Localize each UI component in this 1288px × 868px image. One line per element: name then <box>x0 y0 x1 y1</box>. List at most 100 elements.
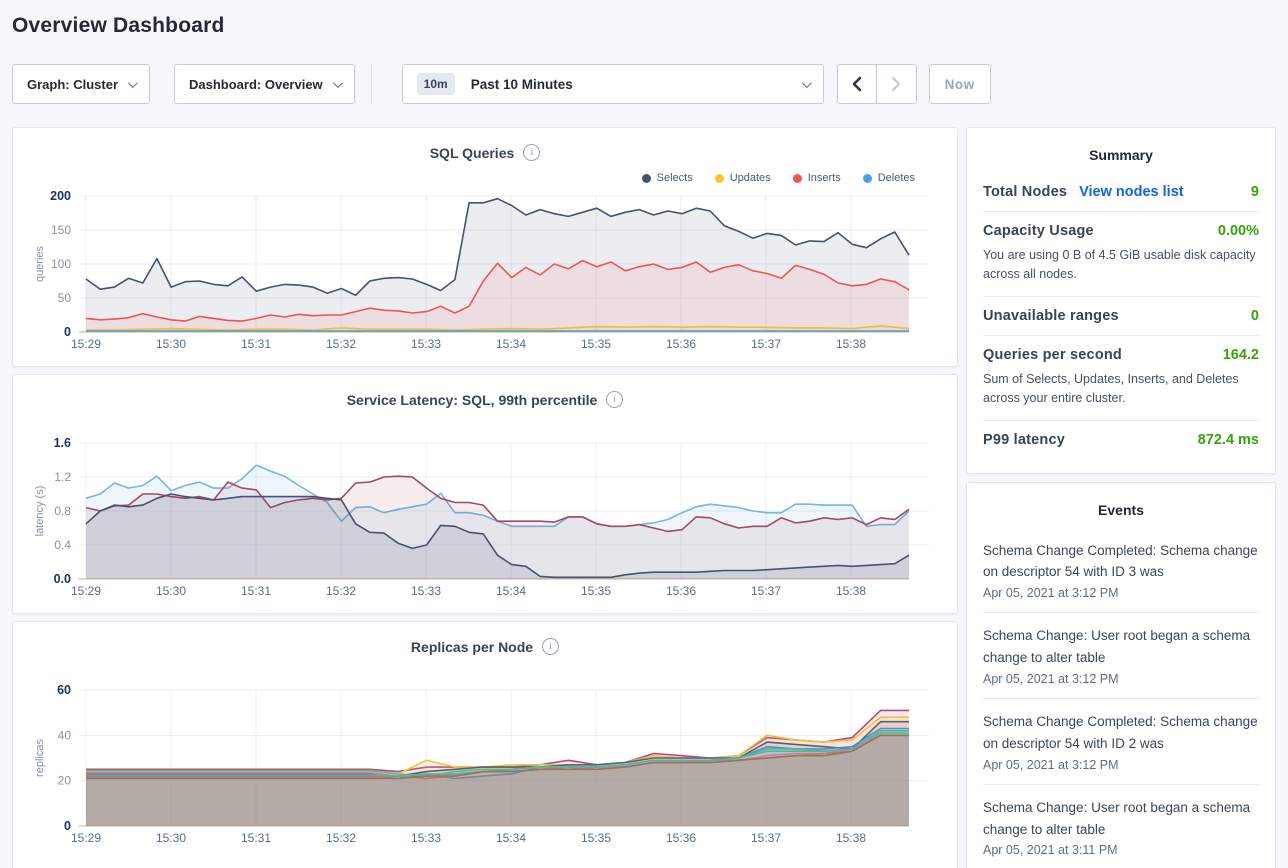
legend-dot-icon <box>715 174 724 183</box>
svg-text:15:30: 15:30 <box>156 584 186 598</box>
event-list-item[interactable]: Schema Change Completed: Schema change o… <box>983 699 1259 784</box>
info-icon[interactable] <box>542 638 559 655</box>
events-panel: Events Schema Change Completed: Schema c… <box>966 482 1276 868</box>
event-message: Schema Change Completed: Schema change o… <box>983 711 1259 755</box>
main-layout: SQL Queries Selects Updates Inserts Deletes… <box>12 127 1276 868</box>
legend-label: Inserts <box>808 172 841 184</box>
chevron-right-icon <box>891 76 902 92</box>
event-list-item[interactable]: Schema Change: User root began a schema … <box>983 785 1259 868</box>
legend-label: Selects <box>657 172 693 184</box>
chevron-down-icon <box>802 78 812 88</box>
time-forward-button[interactable] <box>877 64 917 104</box>
time-range-selector[interactable]: 10m Past 10 Minutes <box>402 64 824 104</box>
svg-text:15:34: 15:34 <box>496 584 526 598</box>
events-title: Events <box>983 497 1259 528</box>
svg-text:15:35: 15:35 <box>581 831 611 845</box>
svg-text:15:30: 15:30 <box>156 337 186 351</box>
legend-item-updates[interactable]: Updates <box>715 172 771 184</box>
summary-label: Total Nodes <box>983 184 1067 200</box>
legend-dot-icon <box>793 174 802 183</box>
svg-text:15:33: 15:33 <box>411 337 441 351</box>
event-list-item[interactable]: Schema Change: User root began a schema … <box>983 613 1259 698</box>
time-nav-group <box>837 64 917 104</box>
chart-legend: Selects Updates Inserts Deletes <box>642 172 915 184</box>
svg-text:15:32: 15:32 <box>326 831 356 845</box>
legend-label: Deletes <box>878 172 915 184</box>
svg-text:100: 100 <box>51 257 71 271</box>
summary-label: Queries per second <box>983 347 1122 363</box>
event-timestamp: Apr 05, 2021 at 3:12 PM <box>983 586 1259 600</box>
summary-value: 0.00% <box>1218 223 1259 239</box>
svg-text:15:29: 15:29 <box>71 584 101 598</box>
dashboard-dropdown-label: Dashboard: Overview <box>189 77 323 92</box>
chart-card-replicas-per-node: Replicas per Node 15:29 15:30 15:31 15:32 15… <box>12 621 958 868</box>
chart-card-sql-queries: SQL Queries Selects Updates Inserts Deletes… <box>12 127 958 367</box>
summary-row-queries-per-second: Queries per second 164.2 Sum of Selects,… <box>983 336 1259 420</box>
summary-label: Capacity Usage <box>983 223 1094 239</box>
svg-text:15:31: 15:31 <box>241 831 271 845</box>
event-timestamp: Apr 05, 2021 at 3:11 PM <box>983 843 1259 857</box>
info-icon[interactable] <box>523 144 540 161</box>
time-back-button[interactable] <box>837 64 877 104</box>
svg-text:15:37: 15:37 <box>751 584 781 598</box>
summary-value: 164.2 <box>1223 347 1259 363</box>
svg-text:15:33: 15:33 <box>411 831 441 845</box>
dashboard-dropdown[interactable]: Dashboard: Overview <box>174 64 355 104</box>
svg-text:15:29: 15:29 <box>71 337 101 351</box>
summary-panel: Summary Total Nodes View nodes list 9 Ca… <box>966 127 1276 474</box>
summary-value: 872.4 ms <box>1198 432 1259 448</box>
svg-text:20: 20 <box>58 774 72 788</box>
event-timestamp: Apr 05, 2021 at 3:12 PM <box>983 672 1259 686</box>
event-message: Schema Change: User root began a schema … <box>983 625 1259 669</box>
toolbar-divider <box>371 64 372 104</box>
service-latency-chart-canvas[interactable]: 15:2915:3015:3115:3215:3315:3415:3515:36… <box>13 375 959 615</box>
svg-text:0.0: 0.0 <box>54 572 71 586</box>
sql-queries-chart-canvas[interactable]: 15:2915:3015:3115:3215:3315:3415:3515:36… <box>13 128 959 368</box>
svg-text:0.8: 0.8 <box>54 504 71 518</box>
svg-text:15:38: 15:38 <box>836 831 866 845</box>
legend-item-deletes[interactable]: Deletes <box>863 172 915 184</box>
charts-column: SQL Queries Selects Updates Inserts Deletes… <box>12 127 958 868</box>
svg-text:15:31: 15:31 <box>241 584 271 598</box>
summary-row-total-nodes: Total Nodes View nodes list 9 <box>983 173 1259 211</box>
now-button[interactable]: Now <box>929 64 991 104</box>
chart-title: Service Latency: SQL, 99th percentile <box>347 392 598 408</box>
event-message: Schema Change Completed: Schema change o… <box>983 540 1259 584</box>
page-title: Overview Dashboard <box>0 0 1288 38</box>
time-range-label: Past 10 Minutes <box>471 77 573 92</box>
svg-text:40: 40 <box>58 728 72 742</box>
summary-description: Sum of Selects, Updates, Inserts, and De… <box>983 370 1259 409</box>
event-message: Schema Change: User root began a schema … <box>983 797 1259 841</box>
graph-dropdown-label: Graph: Cluster <box>27 77 118 92</box>
sidebar-column: Summary Total Nodes View nodes list 9 Ca… <box>966 127 1276 868</box>
svg-text:200: 200 <box>50 189 71 203</box>
summary-description: You are using 0 B of 4.5 GiB usable disk… <box>983 246 1259 285</box>
svg-text:1.6: 1.6 <box>54 436 71 450</box>
svg-text:15:32: 15:32 <box>326 337 356 351</box>
svg-text:15:30: 15:30 <box>156 831 186 845</box>
svg-text:15:35: 15:35 <box>581 337 611 351</box>
replicas-chart-canvas[interactable]: 15:2915:3015:3115:3215:3315:3415:3515:36… <box>13 622 959 862</box>
chart-header: Replicas per Node <box>13 638 957 655</box>
legend-item-selects[interactable]: Selects <box>642 172 693 184</box>
svg-text:0.4: 0.4 <box>54 538 71 552</box>
legend-label: Updates <box>730 172 771 184</box>
graph-dropdown[interactable]: Graph: Cluster <box>12 64 150 104</box>
svg-text:15:38: 15:38 <box>836 337 866 351</box>
chart-header: Service Latency: SQL, 99th percentile <box>13 391 957 408</box>
legend-dot-icon <box>863 174 872 183</box>
legend-item-inserts[interactable]: Inserts <box>793 172 841 184</box>
svg-text:15:33: 15:33 <box>411 584 441 598</box>
svg-text:1.2: 1.2 <box>54 470 71 484</box>
summary-label: Unavailable ranges <box>983 308 1119 324</box>
view-nodes-list-link[interactable]: View nodes list <box>1079 184 1184 200</box>
chart-title: SQL Queries <box>430 145 515 161</box>
summary-value: 9 <box>1251 184 1259 200</box>
info-icon[interactable] <box>606 391 623 408</box>
svg-text:15:29: 15:29 <box>71 831 101 845</box>
summary-value: 0 <box>1251 308 1259 324</box>
event-list-item[interactable]: Schema Change Completed: Schema change o… <box>983 528 1259 613</box>
svg-text:0: 0 <box>64 325 71 339</box>
summary-label: P99 latency <box>983 432 1065 448</box>
svg-text:15:35: 15:35 <box>581 584 611 598</box>
